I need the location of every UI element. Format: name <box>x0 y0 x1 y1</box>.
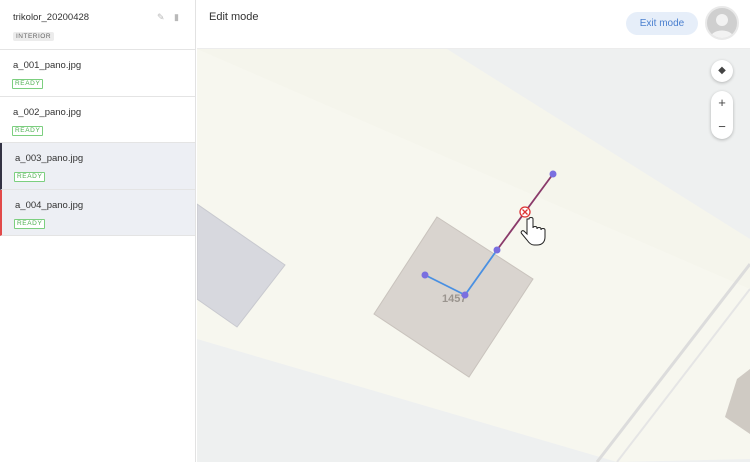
file-name: a_003_pano.jpg <box>15 153 84 164</box>
zoom-control: + − <box>711 91 733 139</box>
path-node[interactable] <box>493 246 501 254</box>
file-item-1[interactable]: a_001_pano.jpg READY <box>0 50 195 97</box>
layers-icon: ◆ <box>718 65 726 76</box>
file-item-3[interactable]: a_003_pano.jpg READY <box>0 143 195 190</box>
status-badge: READY <box>14 218 46 229</box>
file-name: a_001_pano.jpg <box>13 60 82 71</box>
avatar[interactable] <box>705 6 739 40</box>
file-name: a_002_pano.jpg <box>13 106 82 118</box>
top-bar: Edit mode Exit mode <box>197 0 750 49</box>
status-badge: READY <box>12 79 44 89</box>
project-header: trikolor_20200428 ✎ ▮ INTERIOR <box>0 0 195 50</box>
path-node[interactable] <box>461 291 469 299</box>
file-name: a_004_pano.jpg <box>15 199 84 211</box>
exit-mode-button[interactable]: Exit mode <box>626 12 698 35</box>
mode-label: Edit mode <box>209 11 259 23</box>
status-badge: READY <box>14 172 46 182</box>
project-tag: INTERIOR <box>13 32 55 41</box>
path-node[interactable] <box>549 170 557 178</box>
edit-icon[interactable]: ✎ <box>157 12 167 22</box>
file-item-2[interactable]: a_002_pano.jpg READY <box>0 97 195 143</box>
path-node[interactable] <box>421 271 429 279</box>
zoom-out-button[interactable]: − <box>711 115 733 139</box>
user-icon <box>710 14 734 38</box>
map-drawing[interactable]: 1457 <box>197 49 750 462</box>
zoom-in-button[interactable]: + <box>711 91 733 115</box>
project-title: trikolor_20200428 <box>13 12 90 23</box>
delete-segment-icon[interactable] <box>519 206 531 218</box>
layers-button[interactable]: ◆ <box>711 60 733 82</box>
map-canvas[interactable]: 1457 ◆ + − <box>197 49 750 462</box>
status-badge: READY <box>12 125 44 136</box>
trash-icon[interactable]: ▮ <box>174 12 184 22</box>
sidebar: trikolor_20200428 ✎ ▮ INTERIOR a_001_pan… <box>0 0 196 462</box>
file-item-4[interactable]: a_004_pano.jpg READY <box>0 189 195 236</box>
